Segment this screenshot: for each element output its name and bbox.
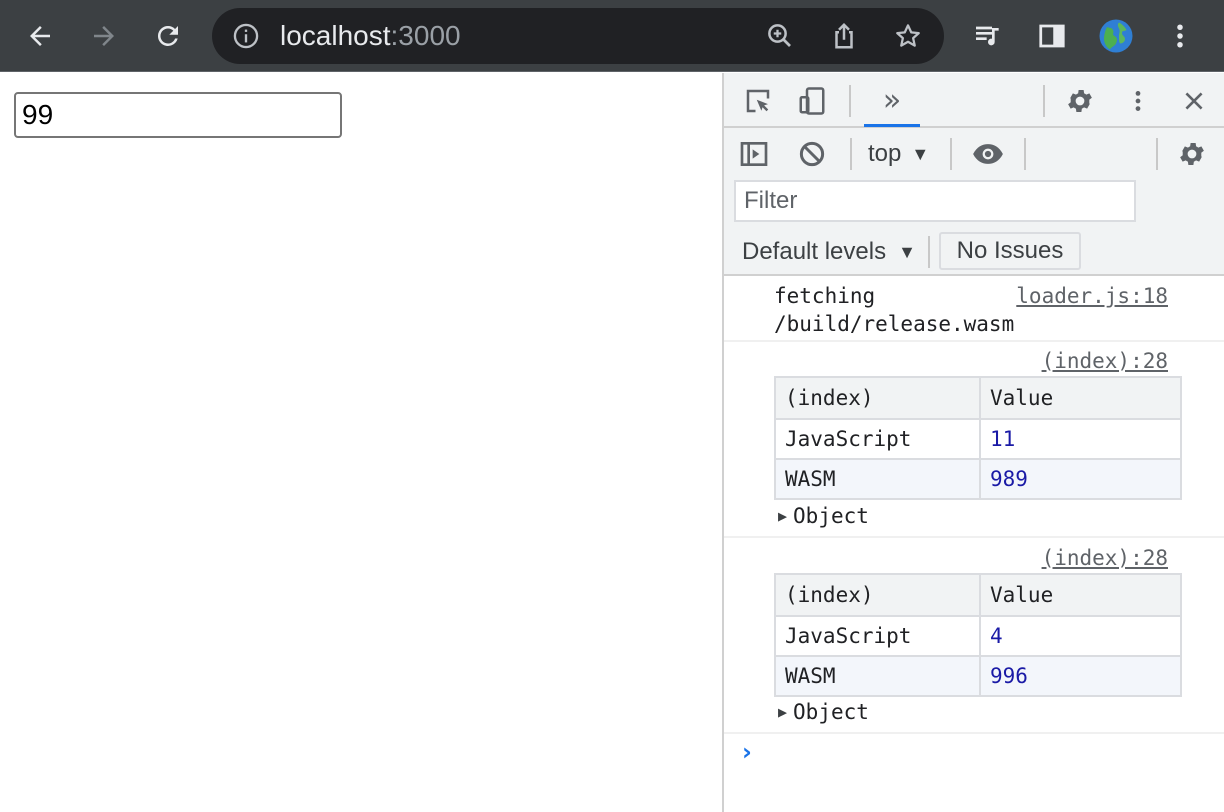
row-key: JavaScript [774,418,981,460]
inspect-element-icon[interactable] [740,83,776,119]
object-label: Object [793,504,869,528]
console-prompt[interactable]: › [724,732,1224,776]
object-expander[interactable]: ▶ Object [778,700,869,724]
forward-arrow-icon[interactable] [82,14,126,58]
prompt-chevron-icon: › [742,738,752,766]
active-tab-indicator [864,124,920,127]
row-key: JavaScript [774,615,981,657]
column-header[interactable]: Value [979,376,1182,420]
devtools-menu-icon[interactable] [1120,83,1156,119]
media-control-icon[interactable] [966,14,1010,58]
table-header-row: (index) Value [774,376,1182,420]
issues-button[interactable]: No Issues [939,232,1081,270]
live-expression-eye-icon[interactable] [968,136,1008,172]
devtools-panel: » top ▼ Filter Default levels ▼ No Issue… [722,73,1224,812]
row-key: WASM [774,458,981,500]
toolbar-divider [1043,85,1045,117]
log-message: fetching /build/release.wasm [774,284,1015,336]
row-value: 996 [979,655,1182,697]
browser-toolbar: localhost:3000 [0,0,1224,72]
console-log-entry: fetching /build/release.wasm loader.js:1… [724,276,1224,342]
toolbar-divider [928,236,930,268]
console-toolbar: top ▼ Default levels ▼ No Issues [724,128,1224,276]
table-row: JavaScript 4 [774,615,1182,657]
number-input[interactable] [14,92,342,138]
toolbar-divider [850,138,852,170]
console-messages: fetching /build/release.wasm loader.js:1… [724,276,1224,812]
toolbar-divider [1024,138,1026,170]
console-table: (index) Value JavaScript 11 WASM 989 [774,376,1182,500]
device-toolbar-icon[interactable] [794,83,830,119]
back-arrow-icon[interactable] [18,14,62,58]
log-levels-label: Default levels [742,238,887,265]
reload-icon[interactable] [146,14,190,58]
more-tabs-button[interactable]: » [872,81,912,119]
table-row: WASM 989 [774,458,1182,500]
share-icon[interactable] [826,18,862,54]
context-selector[interactable]: top ▼ [868,136,929,172]
row-key: WASM [774,655,981,697]
console-table: (index) Value JavaScript 4 WASM 996 [774,573,1182,697]
table-row: JavaScript 11 [774,418,1182,460]
devtools-tabbar: » [724,73,1224,128]
close-devtools-icon[interactable] [1176,83,1212,119]
bookmark-star-icon[interactable] [890,18,926,54]
clear-console-icon[interactable] [794,136,830,172]
table-row: WASM 996 [774,655,1182,697]
source-link[interactable]: (index):28 [1042,349,1168,373]
page-viewport [0,73,722,812]
row-value: 989 [979,458,1182,500]
log-levels-dropdown[interactable]: Default levels ▼ [742,230,916,274]
dropdown-triangle-icon: ▼ [911,143,930,164]
column-header[interactable]: (index) [774,376,981,420]
url-text: localhost:3000 [280,8,461,64]
object-label: Object [793,700,869,724]
site-info-icon[interactable] [230,20,262,52]
source-link[interactable]: (index):28 [1042,546,1168,570]
console-table-entry: (index):28 (index) Value JavaScript 4 WA… [724,538,1224,734]
context-label: top [868,140,902,167]
url-host: localhost [280,20,391,51]
dropdown-triangle-icon: ▼ [898,241,916,262]
table-header-row: (index) Value [774,573,1182,617]
column-header[interactable]: (index) [774,573,981,617]
console-table-entry: (index):28 (index) Value JavaScript 11 W… [724,342,1224,538]
address-bar[interactable]: localhost:3000 [212,8,944,64]
settings-gear-icon[interactable] [1062,83,1098,119]
console-filter-input[interactable] [734,180,1136,222]
menu-kebab-icon[interactable] [1158,14,1202,58]
zoom-icon[interactable] [762,18,798,54]
expand-triangle-icon: ▶ [778,703,788,721]
object-expander[interactable]: ▶ Object [778,504,869,528]
profile-avatar-icon[interactable] [1094,14,1138,58]
row-value: 4 [979,615,1182,657]
side-panel-icon[interactable] [1030,14,1074,58]
toolbar-divider [849,85,851,117]
url-port: :3000 [390,20,461,51]
toolbar-divider [1156,138,1158,170]
column-header[interactable]: Value [979,573,1182,617]
toolbar-divider [950,138,952,170]
show-sidebar-icon[interactable] [736,136,772,172]
console-settings-gear-icon[interactable] [1174,136,1210,172]
row-value: 11 [979,418,1182,460]
expand-triangle-icon: ▶ [778,507,788,525]
source-link[interactable]: loader.js:18 [1016,284,1168,308]
